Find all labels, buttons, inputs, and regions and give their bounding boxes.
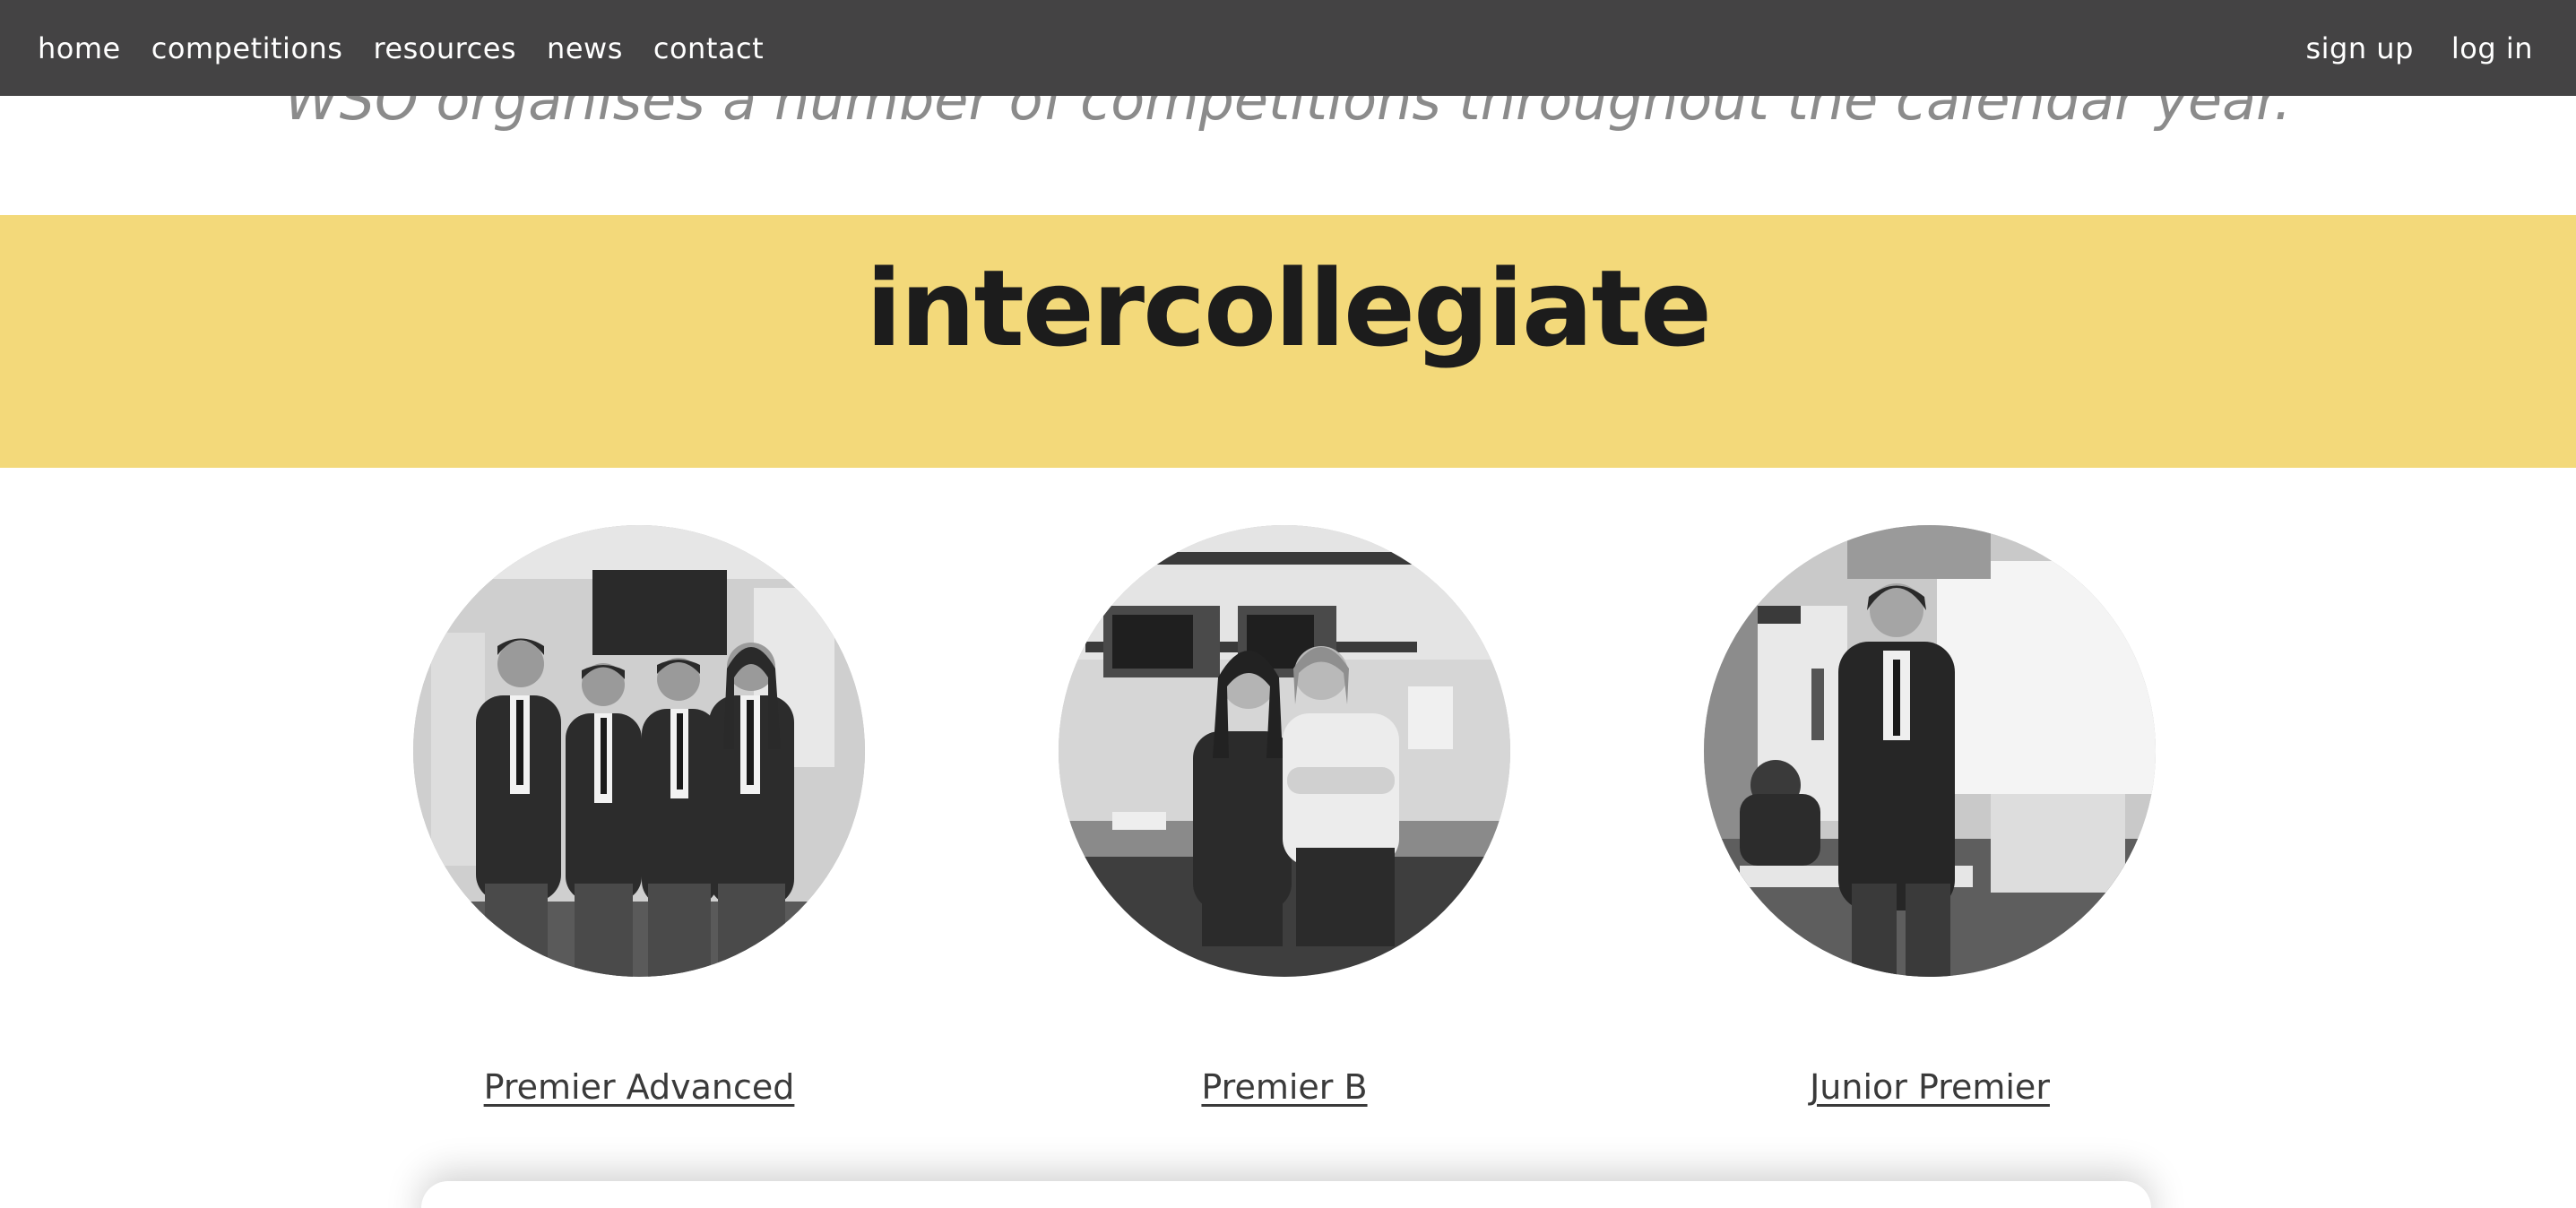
nav-right-group: sign up log in (2268, 0, 2533, 96)
sign-up-link[interactable]: sign up (2305, 31, 2413, 65)
log-in-link[interactable]: log in (2451, 31, 2533, 65)
competition-photo[interactable] (1059, 525, 1510, 977)
nav-link-news[interactable]: news (547, 31, 623, 65)
nav-left-group: home competitions resources news contact (38, 0, 794, 96)
competition-card-junior-premier: Junior Premier (1704, 525, 2156, 1107)
nav-link-resources[interactable]: resources (373, 31, 516, 65)
premier-b-link[interactable]: Premier B (1201, 1067, 1367, 1107)
junior-premier-link[interactable]: Junior Premier (1810, 1067, 2050, 1107)
section-banner: intercollegiate (0, 215, 2576, 468)
next-section-shadow (421, 1181, 2151, 1208)
top-navbar: home competitions resources news contact… (0, 0, 2576, 96)
premier-advanced-link[interactable]: Premier Advanced (484, 1067, 795, 1107)
competition-photo[interactable] (413, 525, 865, 977)
nav-link-contact[interactable]: contact (653, 31, 764, 65)
competition-photo[interactable] (1704, 525, 2156, 977)
competition-card-premier-advanced: Premier Advanced (413, 525, 865, 1107)
nav-link-competitions[interactable]: competitions (151, 31, 343, 65)
nav-link-home[interactable]: home (38, 31, 121, 65)
section-title: intercollegiate (865, 246, 1712, 371)
competition-card-premier-b: Premier B (1059, 525, 1510, 1107)
